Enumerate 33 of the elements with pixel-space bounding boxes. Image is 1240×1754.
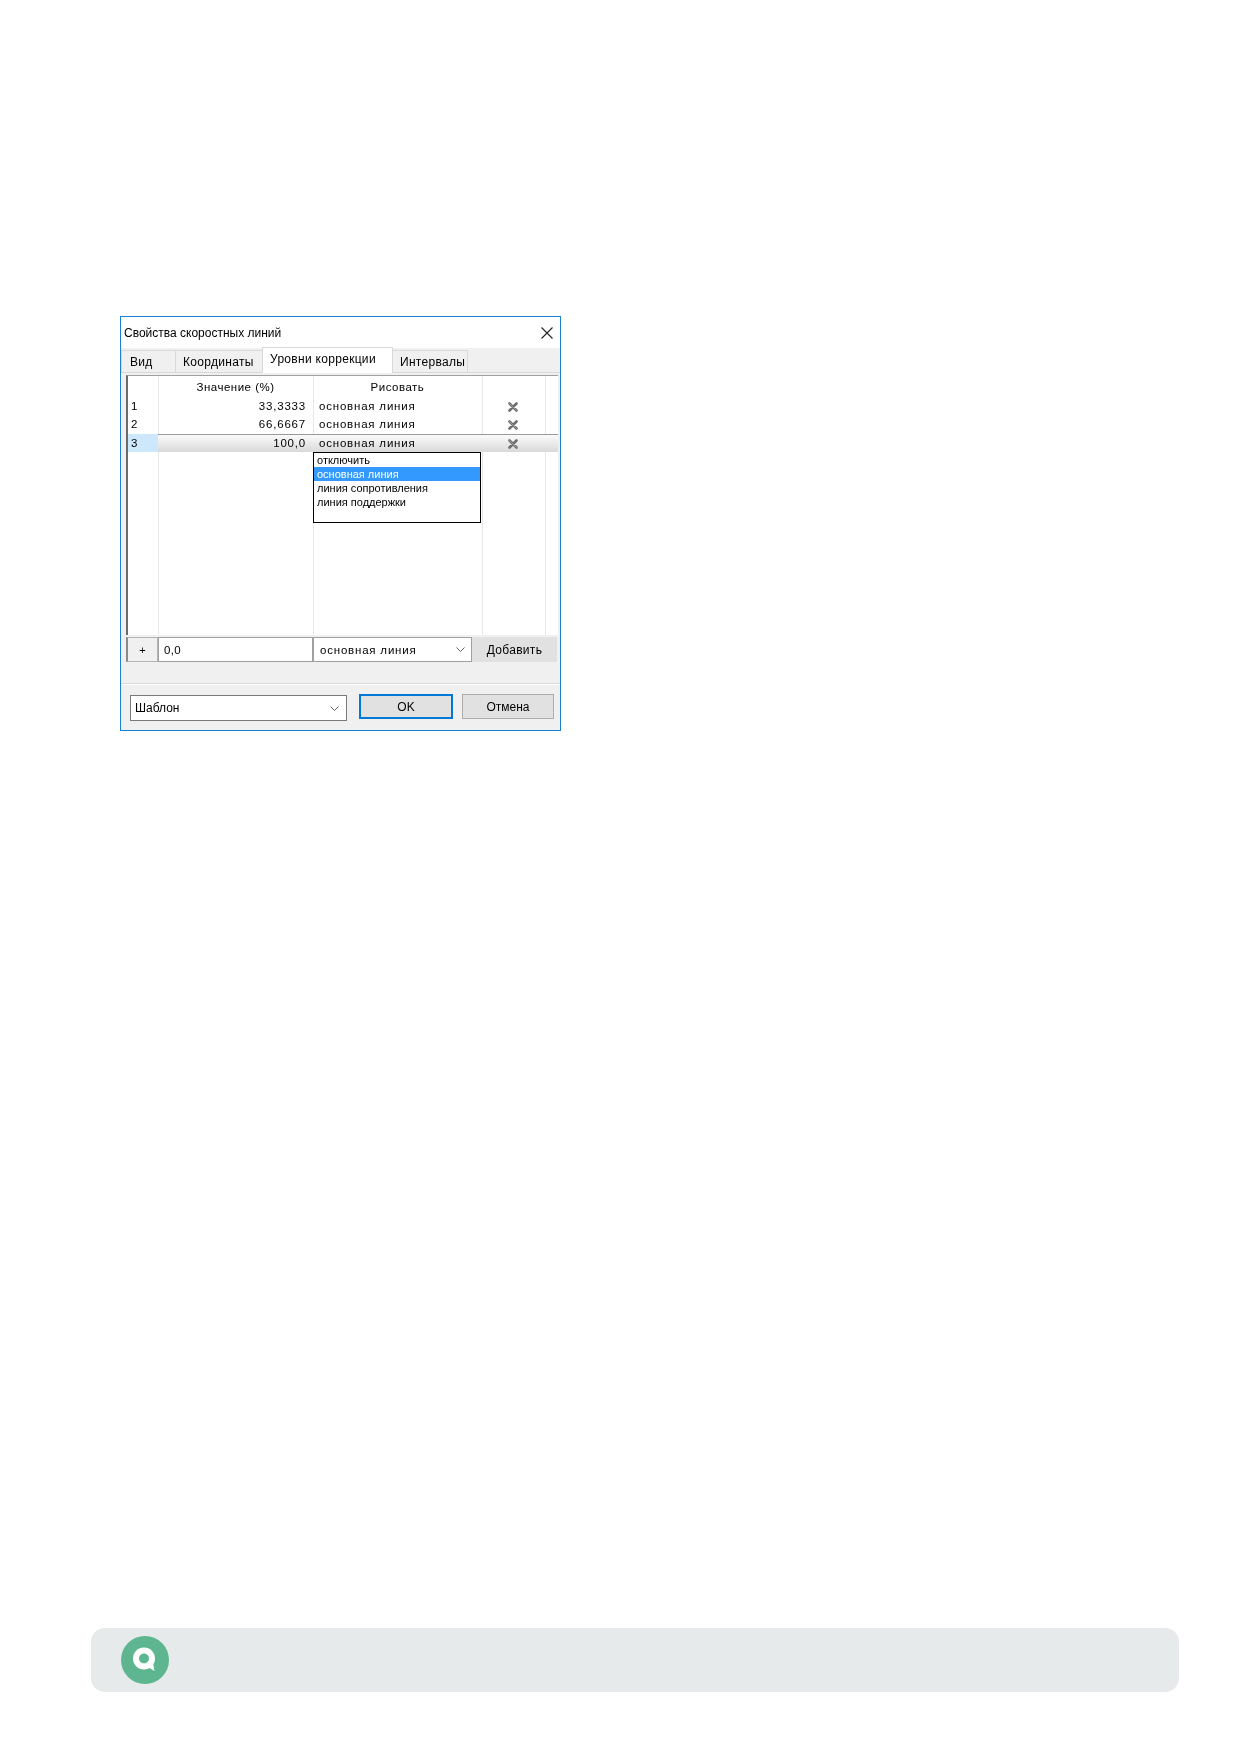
window-title: Свойства скоростных линий — [124, 325, 282, 340]
row-number: 1 — [130, 399, 140, 414]
value-input[interactable]: 0,0 — [158, 637, 313, 662]
cross-icon[interactable] — [508, 438, 518, 449]
draw-select[interactable]: основная линия — [313, 637, 472, 662]
table-cell-text: основная линия — [318, 399, 417, 414]
table-cell: основная линия — [313, 434, 482, 452]
chevron-down-icon — [456, 647, 465, 652]
cross-icon[interactable] — [508, 402, 518, 412]
add-button[interactable]: Добавить — [472, 637, 557, 662]
column-header: Рисовать — [369, 380, 426, 395]
logo-icon — [121, 1636, 169, 1684]
table-cell-text: 33,3333 — [257, 399, 307, 414]
tab[interactable]: Уровни коррекции — [262, 347, 393, 373]
cross-icon[interactable] — [508, 420, 518, 430]
row-number: 2 — [130, 417, 140, 432]
dropdown-option[interactable]: линия сопротивления — [314, 481, 480, 495]
row-number: 3 — [128, 434, 158, 452]
tab[interactable]: Координаты — [175, 350, 263, 372]
table-cell: 100,0 — [158, 434, 313, 452]
tab[interactable]: Вид — [121, 350, 176, 372]
close-icon[interactable] — [541, 326, 553, 339]
chevron-down-icon — [330, 705, 339, 711]
table-cell-text: 66,6667 — [257, 417, 307, 432]
template-select[interactable]: Шаблон — [130, 695, 347, 721]
dialog-button[interactable]: OK — [359, 694, 453, 719]
tab[interactable]: Интервалы — [392, 350, 468, 372]
table-cell-text: основная линия — [318, 417, 417, 432]
new-row-marker: + — [126, 637, 158, 662]
column-header: Значение (%) — [195, 380, 276, 395]
dialog-button[interactable]: Отмена — [462, 694, 554, 719]
dropdown-option[interactable]: линия поддержки — [314, 495, 480, 509]
dropdown-option[interactable]: отключить — [314, 453, 480, 467]
